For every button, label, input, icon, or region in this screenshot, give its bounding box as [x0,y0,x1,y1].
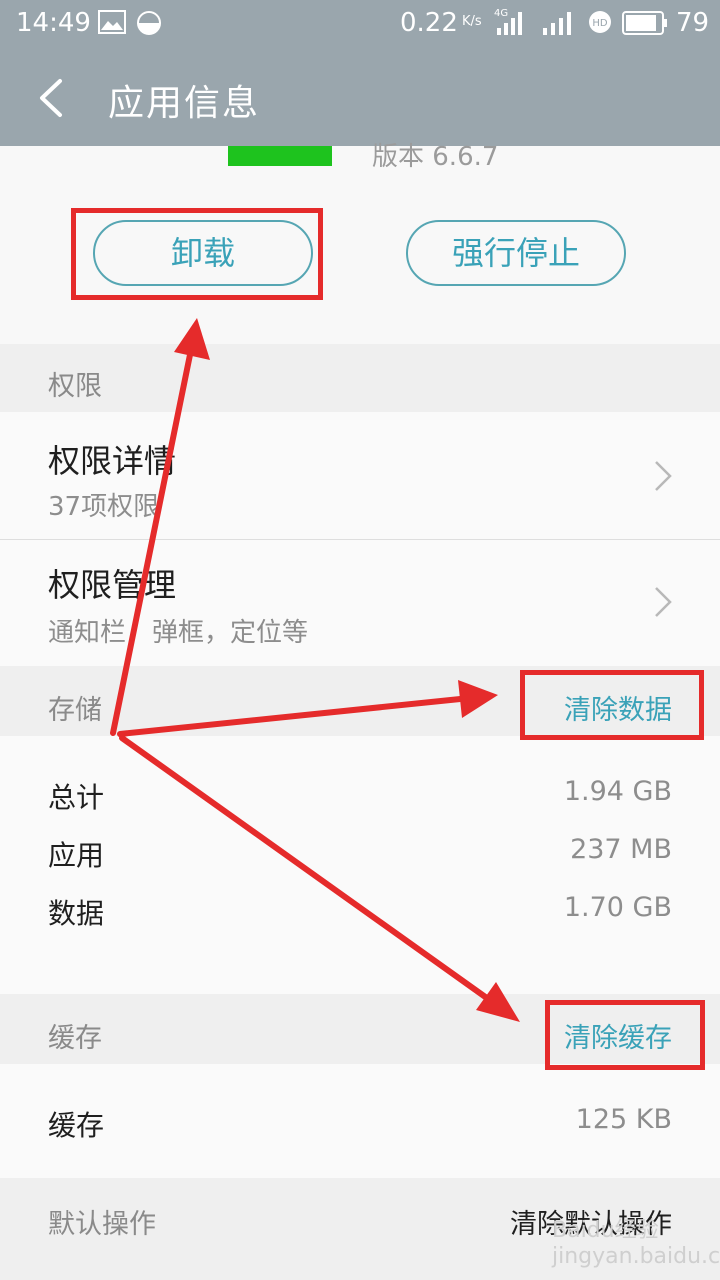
chevron-right-icon [655,461,672,491]
storage-total-label: 总计 [48,781,105,814]
signal-icon [497,12,522,35]
storage-section-label: 存储 [48,695,102,726]
storage-data-value: 1.70 GB [563,892,672,923]
status-bar: 14:49 0.22 K/s 4G HD 79 [0,0,720,48]
gallery-icon [98,10,126,34]
annotation-box-clear-cache [545,1000,705,1070]
permissions-section-header: 权限 [0,344,720,412]
cache-row: 缓存 125 KB [0,1094,720,1152]
force-stop-button[interactable]: 强行停止 [406,220,626,286]
storage-data-row: 数据 1.70 GB [0,882,720,940]
status-time: 14:49 [16,8,91,38]
storage-total-row: 总计 1.94 GB [0,766,720,824]
app-icon [228,146,332,166]
annotation-box-clear-data [520,670,704,740]
permission-details-subtitle: 37项权限 [48,492,160,522]
permission-details-row[interactable]: 权限详情 37项权限 [0,412,720,539]
chevron-right-icon [655,587,672,617]
storage-app-label: 应用 [48,839,105,872]
hd-icon: HD [589,11,611,33]
cache-value: 125 KB [575,1104,672,1135]
network-speed-unit: K/s [462,14,482,29]
default-section-label: 默认操作 [48,1209,156,1240]
permissions-section-label: 权限 [48,371,102,402]
storage-details: 总计 1.94 GB 应用 237 MB 数据 1.70 GB [0,736,720,994]
cache-section-label: 缓存 [48,1023,102,1054]
annotation-box-uninstall [71,208,323,300]
svg-text:HD: HD [592,18,608,29]
watermark: Baidu经验 jingyan.baidu.com [552,1218,720,1269]
back-icon[interactable] [36,78,66,118]
storage-app-row: 应用 237 MB [0,824,720,882]
app-bar: 应用信息 [0,48,720,146]
battery-level: 79 [676,8,710,38]
page-title: 应用信息 [108,83,261,124]
permission-details-title: 权限详情 [48,442,177,480]
network-speed: 0.22 [400,8,458,38]
storage-data-label: 数据 [48,897,105,930]
permission-manage-row[interactable]: 权限管理 通知栏，弹框，定位等 [0,540,720,666]
half-circle-icon [137,11,161,35]
permission-manage-title: 权限管理 [48,566,177,604]
cache-details: 缓存 125 KB [0,1064,720,1178]
battery-icon [622,11,667,35]
app-version: 版本 6.6.7 [372,142,499,172]
cache-label: 缓存 [48,1109,105,1142]
storage-total-value: 1.94 GB [563,776,672,807]
storage-app-value: 237 MB [570,834,672,865]
permission-manage-subtitle: 通知栏，弹框，定位等 [48,618,309,648]
signal-icon-2 [543,12,571,35]
